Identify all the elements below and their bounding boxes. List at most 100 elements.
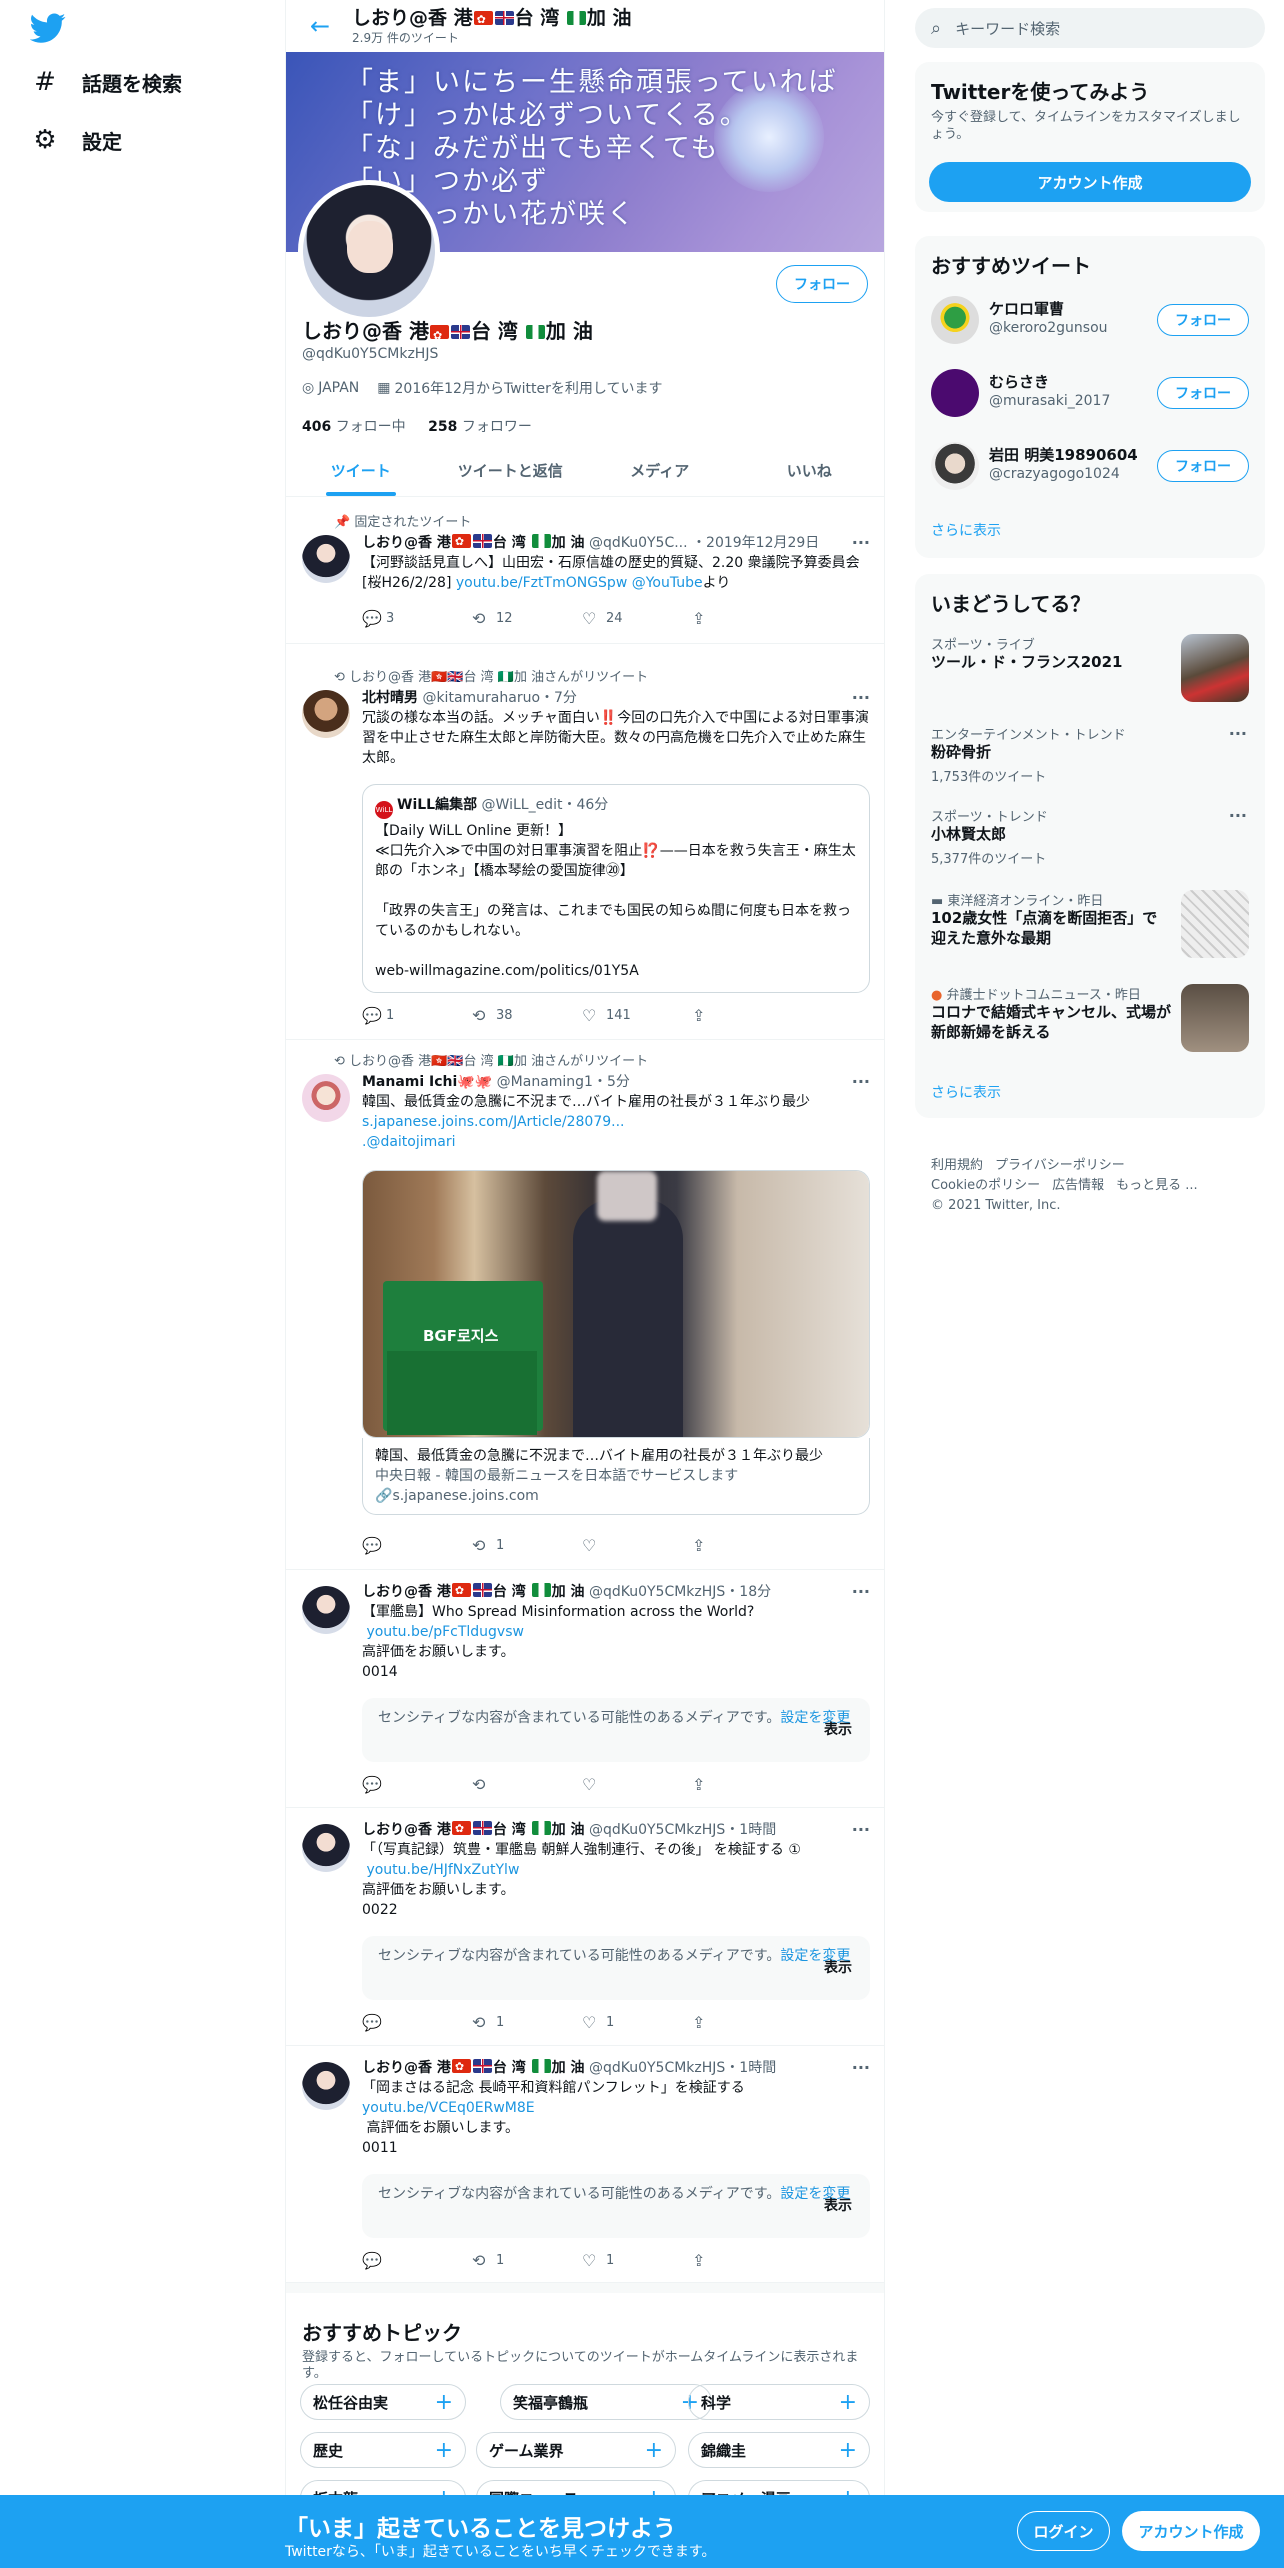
follow-button[interactable]: フォロー	[776, 265, 868, 303]
tweet-text: 「（写真記録）筑豊・軍艦島 朝鮮人強制連行、その後」 を検証する ① youtu…	[362, 1842, 801, 1918]
like-button[interactable]: ♡ 24	[582, 609, 682, 628]
tweet-time[interactable]: ・2019年12月29日	[692, 535, 819, 551]
retweet-button[interactable]: ⟲ 1	[472, 2013, 572, 2032]
followers-link[interactable]: 258 フォロワー	[428, 419, 532, 435]
topic-pill[interactable]: 歴史 +	[300, 2432, 466, 2468]
avatar[interactable]	[302, 1824, 350, 1872]
tab-tweets[interactable]: ツイート	[286, 444, 436, 496]
tweet[interactable]: 📌 固定されたツイート ··· しおり@香 港台 湾 加 油 @qdKu0Y5C…	[286, 497, 884, 644]
trend-item[interactable]: エンターテインメント・トレンド 粉砕骨折 1,753件のツイート ···	[915, 724, 1265, 794]
avatar[interactable]	[302, 1074, 350, 1122]
trend-item[interactable]: ▬ 東洋経済オンライン・昨日 102歳女性「点滴を断固拒否」で迎えた意外な最期	[915, 890, 1265, 970]
tweet-link[interactable]: youtu.be/VCEq0ERwM8E	[362, 2100, 535, 2116]
tweet-author[interactable]: 北村晴男	[362, 690, 418, 706]
trend-item[interactable]: ● 弁護士ドットコムニュース・昨日 コロナで結婚式キャンセル、式場が新郎新婦を訴…	[915, 984, 1265, 1064]
reply-button[interactable]: 💬	[362, 1775, 462, 1794]
tweet[interactable]: ··· しおり@香 港台 湾 加 油 @qdKu0Y5CMkzHJS・18分 【…	[286, 1570, 884, 1808]
share-button[interactable]: ⇪	[692, 1775, 792, 1794]
more-link[interactable]: もっと見る ...	[1116, 1178, 1198, 1193]
reply-button[interactable]: 💬	[362, 2251, 462, 2270]
tweet-time[interactable]: ・5分	[593, 1074, 630, 1090]
tab-tweets-replies[interactable]: ツイートと返信	[436, 444, 586, 496]
tweet-time[interactable]: ・7分	[540, 690, 577, 706]
trend-item[interactable]: スポーツ・トレンド 小林賢太郎 5,377件のツイート ···	[915, 806, 1265, 876]
retweet-button[interactable]: ⟲ 1	[472, 1536, 572, 1555]
show-more-link[interactable]: さらに表示	[931, 520, 1001, 540]
create-account-button[interactable]: アカウント作成	[929, 162, 1251, 202]
follow-button[interactable]: フォロー	[1157, 377, 1249, 409]
ads-info-link[interactable]: 広告情報	[1052, 1178, 1104, 1193]
topic-pill[interactable]: ゲーム業界 +	[476, 2432, 676, 2468]
profile-avatar[interactable]	[298, 180, 440, 322]
tweet-handle[interactable]: @kitamuraharuo	[422, 690, 540, 706]
avatar[interactable]	[302, 690, 350, 738]
terms-link[interactable]: 利用規約	[931, 1158, 983, 1173]
tweet-link[interactable]: youtu.be/pFcTldugvsw	[366, 1624, 524, 1640]
suggested-user[interactable]: 岩田 明美19890604 @crazyagogo1024 フォロー	[915, 428, 1265, 501]
back-arrow-icon[interactable]: ←	[302, 8, 338, 44]
tweet[interactable]: ··· しおり@香 港台 湾 加 油 @qdKu0Y5CMkzHJS・1時間 「…	[286, 1808, 884, 2046]
show-button[interactable]: 表示	[824, 2196, 852, 2216]
retweet-button[interactable]: ⟲ 1	[472, 2251, 572, 2270]
avatar[interactable]	[302, 1586, 350, 1634]
share-button[interactable]: ⇪	[692, 609, 792, 628]
avatar[interactable]	[302, 535, 350, 583]
tweet[interactable]: ⟲ しおり@香 港🇭🇰🇬🇧台 湾 🇳🇬加 油さんがリツイート ··· 北村晴男 …	[286, 656, 884, 1040]
tweet-link[interactable]: youtu.be/FztTmONGSpw	[456, 575, 627, 591]
topic-pill[interactable]: 科学 +	[688, 2384, 870, 2420]
like-button[interactable]: ♡	[582, 1775, 682, 1794]
topic-pill[interactable]: 笑福亭鶴瓶 +	[500, 2384, 712, 2420]
reply-button[interactable]: 💬	[362, 1536, 462, 1555]
avatar[interactable]	[302, 2062, 350, 2110]
like-button[interactable]: ♡ 141	[582, 1006, 682, 1025]
share-button[interactable]: ⇪	[692, 2251, 792, 2270]
like-button[interactable]: ♡ 1	[582, 2251, 682, 2270]
show-button[interactable]: 表示	[824, 1958, 852, 1978]
topic-pill[interactable]: 松任谷由実 +	[300, 2384, 466, 2420]
tweet-link[interactable]: youtu.be/HJfNxZutYlw	[366, 1862, 519, 1878]
privacy-link[interactable]: プライバシーポリシー	[995, 1158, 1125, 1173]
tweet-handle[interactable]: @qdKu0Y5C...	[589, 535, 688, 551]
cookie-link[interactable]: Cookieのポリシー	[931, 1178, 1040, 1193]
retweet-button[interactable]: ⟲ 38	[472, 1006, 572, 1025]
show-button[interactable]: 表示	[824, 1720, 852, 1740]
nav-explore[interactable]: # 話題を検索	[30, 54, 182, 110]
following-link[interactable]: 406 フォロー中	[302, 419, 406, 435]
tab-media[interactable]: メディア	[585, 444, 735, 496]
share-button[interactable]: ⇪	[692, 1536, 792, 1555]
tweet[interactable]: ⟲ しおり@香 港🇭🇰🇬🇧台 湾 🇳🇬加 油さんがリツイート ··· Manam…	[286, 1040, 884, 1570]
quoted-tweet[interactable]: WiLL WiLL編集部 @WiLL_edit・46分 【Daily WiLL O…	[362, 784, 870, 993]
tweet-author[interactable]: Manami Ichi🐙🐙	[362, 1074, 492, 1090]
suggested-user[interactable]: ケロロ軍曹 @keroro2gunsou フォロー	[915, 282, 1265, 355]
search-box[interactable]: ⌕ キーワード検索	[915, 8, 1265, 48]
retweet-button[interactable]: ⟲	[472, 1775, 572, 1794]
tweet-link[interactable]: s.japanese.joins.com/JArticle/28079...	[362, 1114, 625, 1130]
twitter-logo-icon[interactable]	[29, 10, 66, 46]
show-more-link[interactable]: さらに表示	[931, 1082, 1001, 1102]
more-icon[interactable]: ···	[1229, 724, 1247, 743]
reply-button[interactable]: 💬	[362, 2013, 462, 2032]
tab-likes[interactable]: いいね	[735, 444, 885, 496]
share-button[interactable]: ⇪	[692, 1006, 792, 1025]
follow-button[interactable]: フォロー	[1157, 304, 1249, 336]
link-card[interactable]: 韓国、最低賃金の急騰に不況まで…バイト雇用の社長が３１年ぶり最少 中央日報 - …	[362, 1438, 870, 1515]
follow-button[interactable]: フォロー	[1157, 450, 1249, 482]
topic-pill[interactable]: 錦織圭 +	[688, 2432, 870, 2468]
reply-button[interactable]: 💬 1	[362, 1006, 462, 1025]
like-button[interactable]: ♡ 1	[582, 2013, 682, 2032]
tweet-photo[interactable]: BGF로지스	[362, 1170, 870, 1438]
more-icon[interactable]: ···	[1229, 806, 1247, 825]
nav-settings[interactable]: ⚙ 設定	[30, 112, 122, 168]
trend-item[interactable]: スポーツ・ライブ ツール・ド・フランス2021	[915, 634, 1265, 712]
retweet-button[interactable]: ⟲ 12	[472, 609, 572, 628]
tweet-handle[interactable]: @Manaming1	[497, 1074, 593, 1090]
mention-link[interactable]: .@daitojimari	[362, 1134, 456, 1150]
tweet[interactable]: ··· しおり@香 港台 湾 加 油 @qdKu0Y5CMkzHJS・1時間 「…	[286, 2046, 884, 2283]
suggested-user[interactable]: むらさき @murasaki_2017 フォロー	[915, 355, 1265, 428]
like-button[interactable]: ♡	[582, 1536, 682, 1555]
signup-button[interactable]: アカウント作成	[1122, 2511, 1260, 2551]
mention-link[interactable]: @YouTube	[632, 575, 703, 591]
share-button[interactable]: ⇪	[692, 2013, 792, 2032]
reply-button[interactable]: 💬 3	[362, 609, 462, 628]
login-button[interactable]: ログイン	[1017, 2511, 1110, 2551]
